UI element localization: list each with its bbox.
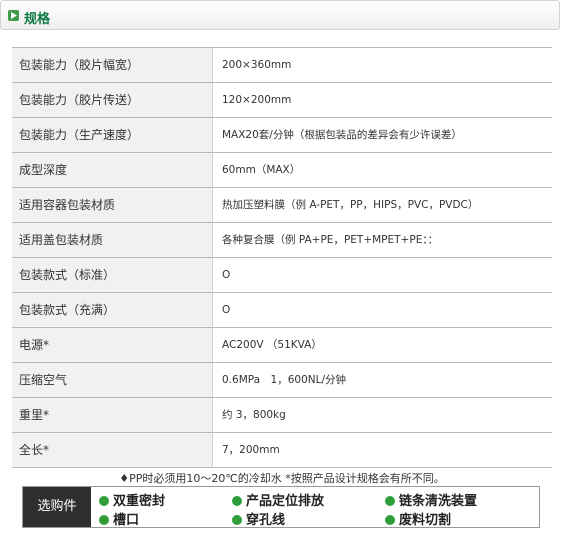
option-label: 链条清洗装置 — [399, 494, 478, 509]
spec-row: 全长* 7，200mm — [12, 433, 552, 468]
spec-label: 包装款式（充满） — [12, 293, 213, 327]
section-title: 规格 — [24, 12, 51, 27]
spec-label: 包装能力（胶片幅宽） — [12, 48, 213, 82]
spec-row: 包装能力（胶片幅宽） 200×360mm — [12, 48, 552, 83]
spec-row: 重里* 约 3，800kg — [12, 398, 552, 433]
spec-row: 包装款式（标准） O — [12, 258, 552, 293]
footnote: ♦PP时必须用10～20℃的冷却水 *按照产品设计规格会有所不同。 — [119, 472, 445, 485]
spec-value: 约 3，800kg — [222, 409, 286, 421]
options-label: 选购件 — [23, 487, 91, 527]
spec-label: 适用容器包装材质 — [12, 188, 213, 222]
spec-value: 0.6MPa 1，600NL/分钟 — [222, 374, 347, 386]
spec-label: 包装能力（胶片传送） — [12, 83, 213, 117]
spec-row: 适用盖包装材质 各种复合膜（例 PA+PE，PET+MPET+PE：： — [12, 223, 552, 258]
spec-value: MAX20套/分钟（根据包装品的差异会有少许误差） — [222, 129, 462, 141]
bullet-icon — [99, 496, 109, 506]
option-item: 链条清洗装置 — [385, 490, 477, 509]
bullet-icon — [385, 515, 395, 525]
spec-label: 全长* — [12, 433, 213, 467]
spec-value: AC200V （51KVA） — [222, 339, 322, 351]
spec-value: 7，200mm — [222, 444, 280, 456]
option-label: 产品定位排放 — [246, 494, 325, 509]
option-label: 穿孔线 — [246, 513, 286, 528]
spec-row: 包装款式（充满） O — [12, 293, 552, 328]
spec-table: 包装能力（胶片幅宽） 200×360mm 包装能力（胶片传送） 120×200m… — [12, 47, 552, 468]
spec-row: 包装能力（生产速度） MAX20套/分钟（根据包装品的差异会有少许误差） — [12, 118, 552, 153]
spec-label: 适用盖包装材质 — [12, 223, 213, 257]
spec-value: 60mm（MAX） — [222, 164, 301, 176]
spec-value: O — [222, 304, 231, 316]
spec-value: 120×200mm — [222, 94, 292, 106]
bullet-icon — [99, 515, 109, 525]
spec-row: 适用容器包装材质 热加压塑料膜（例 A-PET，PP，HIPS，PVC，PVDC… — [12, 188, 552, 223]
option-item: 双重密封 — [99, 490, 165, 509]
option-label: 槽口 — [113, 513, 140, 528]
spec-label: 成型深度 — [12, 153, 213, 187]
option-item: 产品定位排放 — [232, 490, 324, 509]
spec-value: 热加压塑料膜（例 A-PET，PP，HIPS，PVC，PVDC） — [222, 199, 479, 211]
spec-label: 包装能力（生产速度） — [12, 118, 213, 152]
spec-value: O — [222, 269, 231, 281]
bullet-icon — [232, 496, 242, 506]
option-label: 双重密封 — [113, 494, 166, 509]
spec-label: 压缩空气 — [12, 363, 213, 397]
section-header: 规格 — [0, 0, 560, 30]
play-icon — [8, 10, 19, 21]
spec-value: 各种复合膜（例 PA+PE，PET+MPET+PE：： — [222, 234, 439, 246]
option-label: 废料切割 — [399, 513, 452, 528]
option-item: 废料切割 — [385, 509, 451, 528]
spec-label: 电源* — [12, 328, 213, 362]
option-item: 槽口 — [99, 509, 139, 528]
spec-row: 电源* AC200V （51KVA） — [12, 328, 552, 363]
spec-label: 包装款式（标准） — [12, 258, 213, 292]
bullet-icon — [385, 496, 395, 506]
options-box: 选购件 双重密封 产品定位排放 链条清洗装置 槽口 穿孔线 废料切割 — [22, 486, 540, 528]
spec-row: 成型深度 60mm（MAX） — [12, 153, 552, 188]
bullet-icon — [232, 515, 242, 525]
spec-row: 包装能力（胶片传送） 120×200mm — [12, 83, 552, 118]
spec-value: 200×360mm — [222, 59, 292, 71]
spec-label: 重里* — [12, 398, 213, 432]
option-item: 穿孔线 — [232, 509, 285, 528]
spec-row: 压缩空气 0.6MPa 1，600NL/分钟 — [12, 363, 552, 398]
